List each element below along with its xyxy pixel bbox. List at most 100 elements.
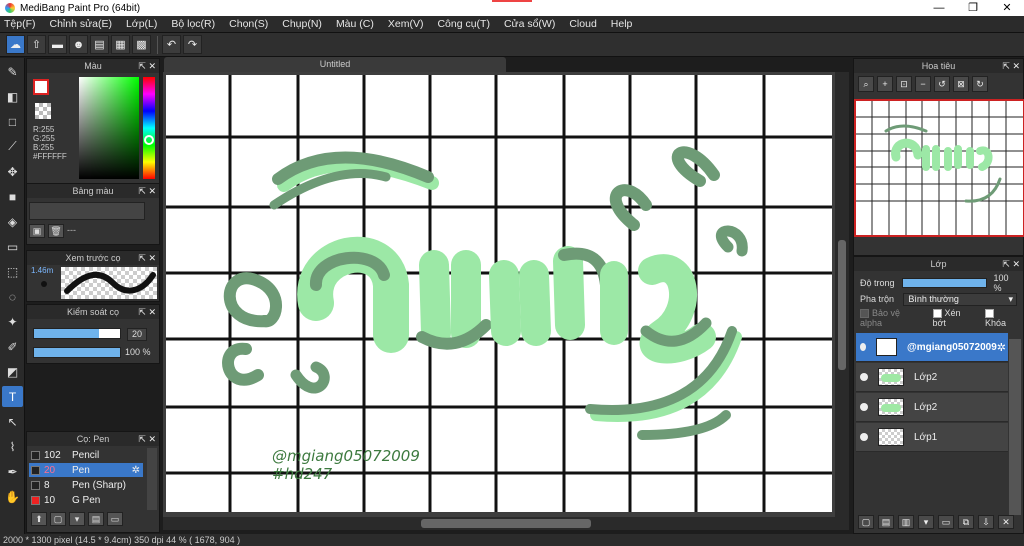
hue-slider-handle[interactable] — [144, 135, 154, 145]
hue-slider[interactable] — [143, 77, 155, 179]
foreground-color-swatch[interactable] — [33, 79, 49, 95]
palette-swatch-area[interactable] — [29, 202, 145, 220]
redo-icon[interactable]: ↷ — [183, 35, 202, 54]
close-button[interactable]: ✕ — [990, 0, 1024, 16]
clipping-option[interactable]: Xén bớt — [932, 308, 976, 328]
move-tool-icon[interactable]: ✥ — [2, 161, 23, 182]
menu-file[interactable]: Tệp(F) — [4, 18, 36, 30]
brush-tool-icon[interactable]: ✎ — [2, 61, 23, 82]
hand-tool-icon[interactable]: ✋ — [2, 486, 23, 507]
protect-alpha-checkbox[interactable] — [860, 309, 869, 319]
panel-expand-close-icon[interactable]: ⇱ ✕ — [138, 432, 156, 446]
bucket-tool-icon[interactable]: ◈ — [2, 211, 23, 232]
canvas-vertical-scrollbar[interactable] — [835, 72, 849, 517]
layer-visibility-eye-icon[interactable] — [860, 403, 868, 411]
actual-size-icon[interactable]: ⊠ — [953, 76, 969, 92]
operation-tool-icon[interactable]: ↖ — [2, 411, 23, 432]
brush-item-g-pen[interactable]: 10 G Pen — [29, 493, 143, 507]
lasso-tool-icon[interactable]: ◌ — [2, 286, 23, 307]
menu-edit[interactable]: Chỉnh sửa(E) — [50, 18, 112, 30]
delete-color-icon[interactable]: 🗑 — [48, 224, 64, 238]
menu-snap[interactable]: Chụp(N) — [282, 18, 322, 30]
magic-wand-tool-icon[interactable]: ✦ — [2, 311, 23, 332]
layer-row[interactable]: @mgiang05072009 ✲ — [856, 333, 1008, 362]
eyedropper-tool-icon[interactable]: ⌇ — [2, 436, 23, 457]
menu-help[interactable]: Help — [611, 18, 633, 30]
canvas-tab[interactable]: Untitled — [164, 57, 506, 72]
brush-dropdown-icon[interactable]: ▾ — [69, 512, 85, 526]
panel-expand-close-icon[interactable]: ⇱ ✕ — [138, 59, 156, 73]
saturation-value-picker[interactable] — [79, 77, 139, 179]
brush-list-scrollbar[interactable] — [147, 448, 157, 510]
brush-settings-gear-icon[interactable]: ✲ — [132, 465, 140, 476]
drawing-canvas[interactable]: @mgiang05072009 #hd247 — [166, 75, 832, 512]
transparent-color-swatch[interactable] — [35, 103, 51, 119]
brush-cloud-icon[interactable]: ⬆ — [31, 512, 47, 526]
brush-size-value[interactable]: 20 — [127, 328, 148, 341]
menu-select[interactable]: Chọn(S) — [229, 18, 268, 30]
new-layer-alt-icon[interactable]: ▤ — [878, 515, 894, 529]
line-tool-icon[interactable]: ⟋ — [2, 136, 23, 157]
layer-folder-icon[interactable]: ▭ — [938, 515, 954, 529]
select-pen-tool-icon[interactable]: ✐ — [2, 336, 23, 357]
layer-row[interactable]: Lớp2 — [856, 393, 1008, 422]
pen-tool-icon[interactable]: ✒ — [2, 461, 23, 482]
layer-settings-gear-icon[interactable]: ✲ — [997, 341, 1006, 354]
new-layer-icon[interactable]: ▢ — [858, 515, 874, 529]
merge-layer-icon[interactable]: ⇩ — [978, 515, 994, 529]
tile-grid-icon[interactable]: ▩ — [132, 35, 151, 54]
fit-window-icon[interactable]: ⊡ — [896, 76, 912, 92]
eraser-tool-icon[interactable]: ◧ — [2, 86, 23, 107]
panel-expand-close-icon[interactable]: ⇱ ✕ — [1002, 257, 1020, 271]
select-eraser-tool-icon[interactable]: ◩ — [2, 361, 23, 382]
layer-opacity-slider[interactable] — [902, 278, 988, 288]
vertical-scroll-thumb[interactable] — [838, 240, 846, 370]
menu-layer[interactable]: Lớp(L) — [126, 18, 157, 30]
share-icon[interactable]: ⇧ — [27, 35, 46, 54]
comment-icon[interactable]: ▬ — [48, 35, 67, 54]
brush-size-slider[interactable] — [33, 328, 121, 339]
menu-filter[interactable]: Bộ lọc(R) — [171, 18, 215, 30]
minimize-button[interactable]: — — [922, 0, 956, 16]
brush-item-pen[interactable]: 20 Pen ✲ — [29, 463, 143, 477]
layer-visibility-eye-icon[interactable] — [860, 373, 868, 381]
undo-icon[interactable]: ↶ — [162, 35, 181, 54]
zoom-in-icon[interactable]: + — [877, 76, 893, 92]
zoom-search-icon[interactable]: ⌕ — [858, 76, 874, 92]
grid-settings-icon[interactable]: ▦ — [111, 35, 130, 54]
gradient-tool-icon[interactable]: ▭ — [2, 236, 23, 257]
panel-expand-close-icon[interactable]: ⇱ ✕ — [138, 184, 156, 198]
protect-alpha-option[interactable]: Bảo vệ alpha — [860, 308, 923, 328]
navigator-preview[interactable] — [854, 99, 1024, 237]
add-color-icon[interactable]: ▣ — [29, 224, 45, 238]
cloud-icon[interactable]: ☁ — [6, 35, 25, 54]
brush-item-pen-sharp[interactable]: 8 Pen (Sharp) — [29, 478, 143, 492]
layer-row[interactable]: Lớp1 — [856, 423, 1008, 452]
new-brush-icon[interactable]: ▢ — [50, 512, 66, 526]
layer-blend-select[interactable]: Bình thường ▾ — [903, 292, 1017, 306]
copy-layer-icon[interactable]: ▥ — [898, 515, 914, 529]
panel-expand-close-icon[interactable]: ⇱ ✕ — [138, 251, 156, 265]
panel-expand-close-icon[interactable]: ⇱ ✕ — [1002, 59, 1020, 73]
layer-row[interactable]: Lớp2 — [856, 363, 1008, 392]
layer-visibility-eye-icon[interactable] — [860, 433, 868, 441]
clipping-checkbox[interactable] — [932, 309, 942, 319]
brush-copy-icon[interactable]: ▤ — [88, 512, 104, 526]
duplicate-layer-icon[interactable]: ⧉ — [958, 515, 974, 529]
menu-color[interactable]: Màu (C) — [336, 18, 374, 30]
layer-list-scrollbar[interactable] — [1009, 339, 1021, 515]
lock-checkbox[interactable] — [985, 309, 995, 319]
canvas-horizontal-scrollbar[interactable] — [163, 517, 849, 530]
menu-cloud[interactable]: Cloud — [569, 18, 596, 30]
layer-visibility-eye-icon[interactable] — [860, 343, 867, 351]
rectangle-tool-icon[interactable]: □ — [2, 111, 23, 132]
maximize-button[interactable]: ❐ — [956, 0, 990, 16]
rotate-right-icon[interactable]: ↻ — [972, 76, 988, 92]
fill-rect-tool-icon[interactable]: ■ — [2, 186, 23, 207]
zoom-out-icon[interactable]: − — [915, 76, 931, 92]
panel-expand-close-icon[interactable]: ⇱ ✕ — [138, 305, 156, 319]
document-icon[interactable]: ▤ — [90, 35, 109, 54]
delete-layer-icon[interactable]: ✕ — [998, 515, 1014, 529]
select-tool-icon[interactable]: ⬚ — [2, 261, 23, 282]
brush-opacity-slider[interactable] — [33, 347, 121, 358]
